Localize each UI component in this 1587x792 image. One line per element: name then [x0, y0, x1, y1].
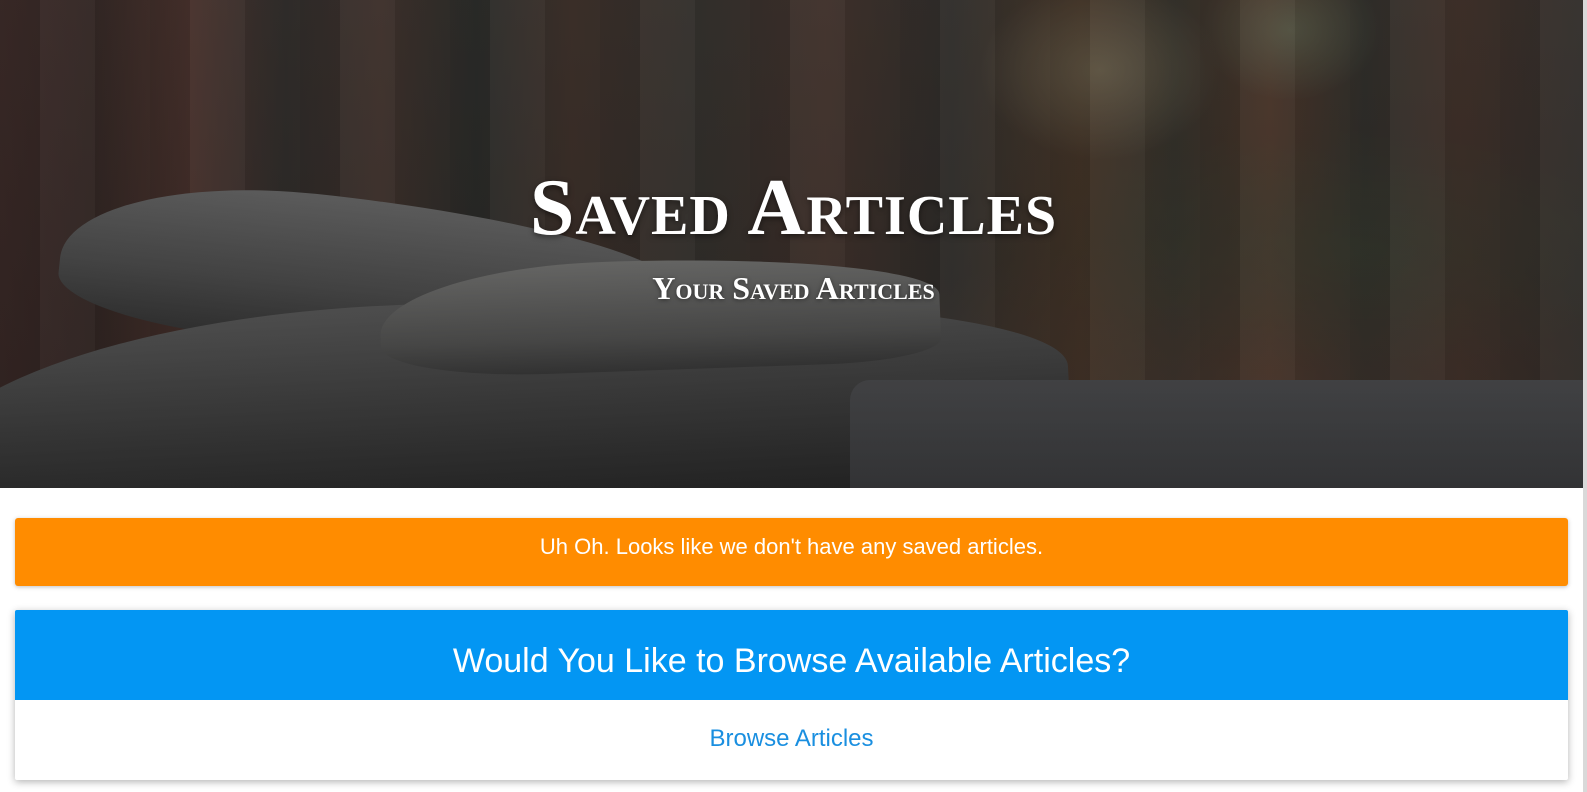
- empty-saved-alert: Uh Oh. Looks like we don't have any save…: [15, 518, 1568, 586]
- alert-message: Uh Oh. Looks like we don't have any save…: [539, 534, 1044, 559]
- page-subtitle: Your Saved Articles: [652, 270, 935, 306]
- browse-card-header: Would You Like to Browse Available Artic…: [15, 610, 1568, 700]
- hero-banner: Saved Articles Your Saved Articles: [0, 0, 1587, 488]
- page-title: Saved Articles: [529, 164, 1058, 252]
- browse-articles-link[interactable]: Browse Articles: [15, 724, 1568, 754]
- scrollbar[interactable]: [1583, 0, 1587, 792]
- browse-card-heading: Would You Like to Browse Available Artic…: [452, 642, 1131, 680]
- browse-articles-card: Would You Like to Browse Available Artic…: [15, 610, 1568, 780]
